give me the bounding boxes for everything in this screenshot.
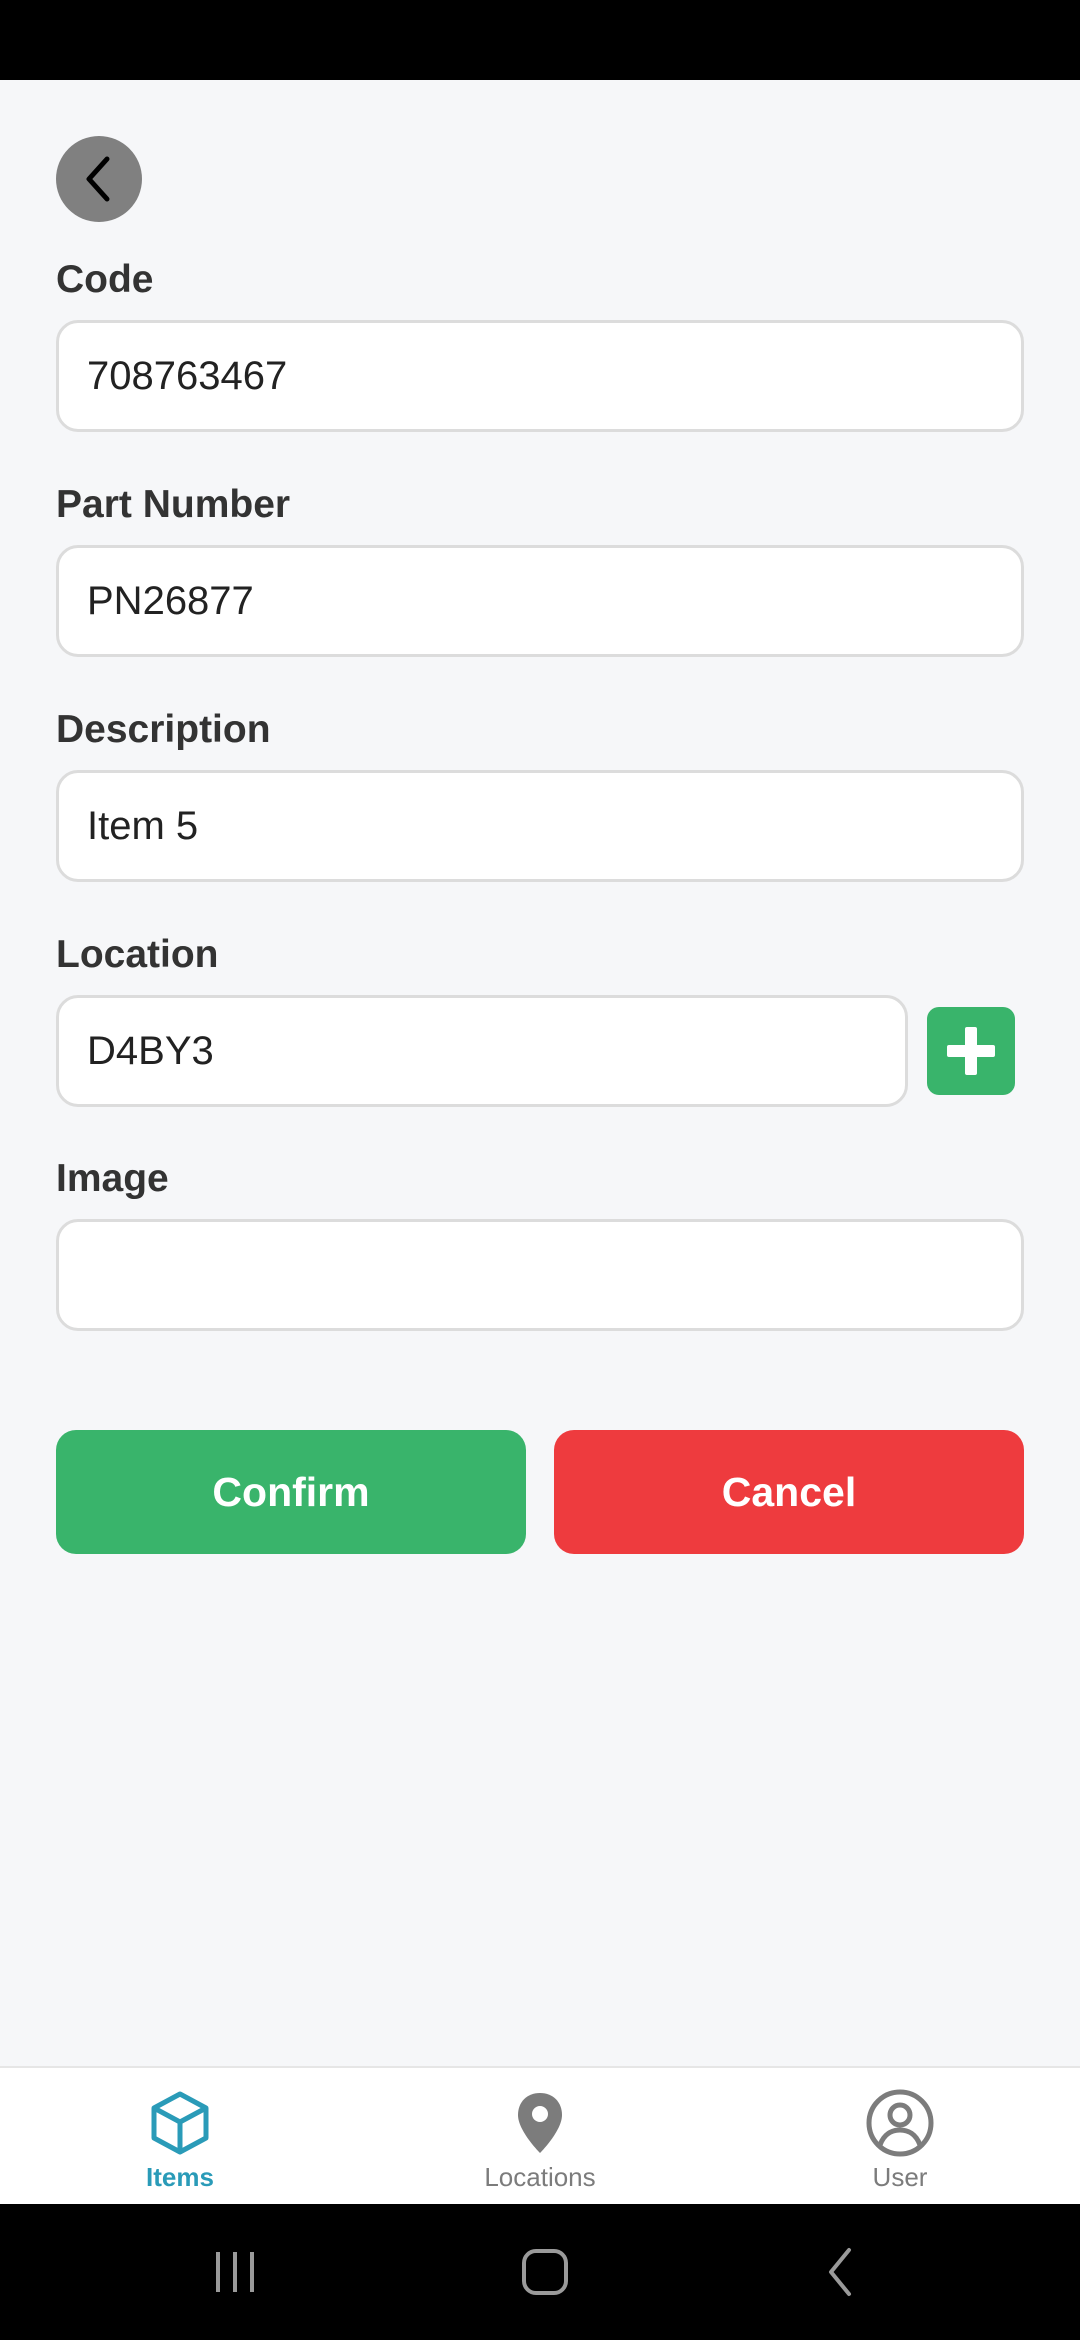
tab-user-label: User <box>872 2162 928 2192</box>
code-input[interactable] <box>56 320 1024 432</box>
back-arrow-icon <box>829 2248 851 2296</box>
add-location-button[interactable] <box>927 1007 1015 1095</box>
tab-items[interactable]: Items <box>0 2068 360 2206</box>
home-button[interactable] <box>505 2204 585 2340</box>
description-input[interactable] <box>56 770 1024 882</box>
part-number-input[interactable] <box>56 545 1024 657</box>
home-icon <box>522 2249 568 2295</box>
chevron-left-icon <box>86 156 110 202</box>
location-label: Location <box>56 933 219 976</box>
user-circle-icon <box>866 2089 934 2157</box>
map-pin-icon <box>518 2093 562 2153</box>
recent-apps-button[interactable] <box>200 2204 270 2340</box>
tab-locations[interactable]: Locations <box>360 2068 720 2206</box>
tab-user[interactable]: User <box>720 2068 1080 2206</box>
part-number-label: Part Number <box>56 483 291 526</box>
tab-items-label: Items <box>146 2162 214 2192</box>
system-navigation-bar <box>0 2204 1080 2340</box>
plus-icon <box>947 1027 995 1075</box>
confirm-button[interactable]: Confirm <box>56 1430 526 1554</box>
recent-apps-icon <box>216 2252 254 2292</box>
bottom-navigation: Items Locations User <box>0 2066 1080 2204</box>
description-label: Description <box>56 708 271 751</box>
image-input[interactable] <box>56 1219 1024 1331</box>
status-bar <box>0 0 1080 80</box>
cube-icon <box>151 2091 209 2155</box>
back-button[interactable] <box>56 136 142 222</box>
tab-locations-label: Locations <box>484 2162 596 2192</box>
location-input[interactable] <box>56 995 908 1107</box>
code-label: Code <box>56 258 154 301</box>
item-form-screen: Code Part Number Description Location Im… <box>0 80 1080 2066</box>
image-label: Image <box>56 1157 169 1200</box>
cancel-button[interactable]: Cancel <box>554 1430 1024 1554</box>
system-back-button[interactable] <box>815 2204 865 2340</box>
